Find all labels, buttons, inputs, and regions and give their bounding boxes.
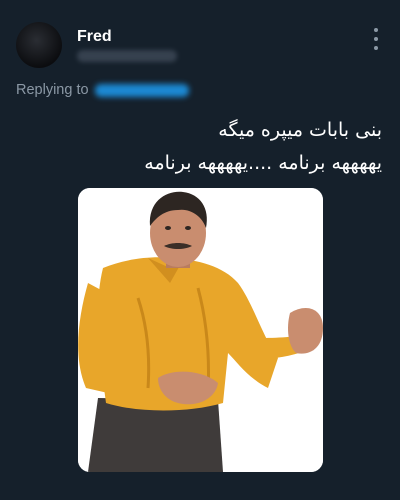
blurred-handle	[77, 50, 177, 62]
replying-to-label: Replying to	[16, 82, 89, 98]
more-vertical-icon-dot-3	[374, 46, 378, 50]
more-vertical-icon	[374, 28, 378, 32]
tweet-text-line-1: بنی بابات میپره میگه	[218, 119, 382, 141]
tweet-media-image[interactable]	[78, 188, 323, 472]
more-options-button[interactable]	[370, 28, 382, 50]
tweet-text-line-2: یههههه برنامه ....یههههه برنامه	[144, 152, 382, 174]
display-name[interactable]: Fred	[77, 28, 112, 46]
avatar[interactable]	[16, 22, 62, 68]
more-vertical-icon-dot-2	[374, 37, 378, 41]
tweet: Fred Replying to بنی بابات میپره میگه یه…	[0, 0, 400, 500]
tweet-text: بنی بابات میپره میگه یههههه برنامه ....ی…	[144, 114, 382, 180]
replying-to-line: Replying to	[16, 82, 189, 98]
meme-photo	[78, 188, 323, 472]
blurred-mention-link[interactable]	[94, 83, 189, 97]
